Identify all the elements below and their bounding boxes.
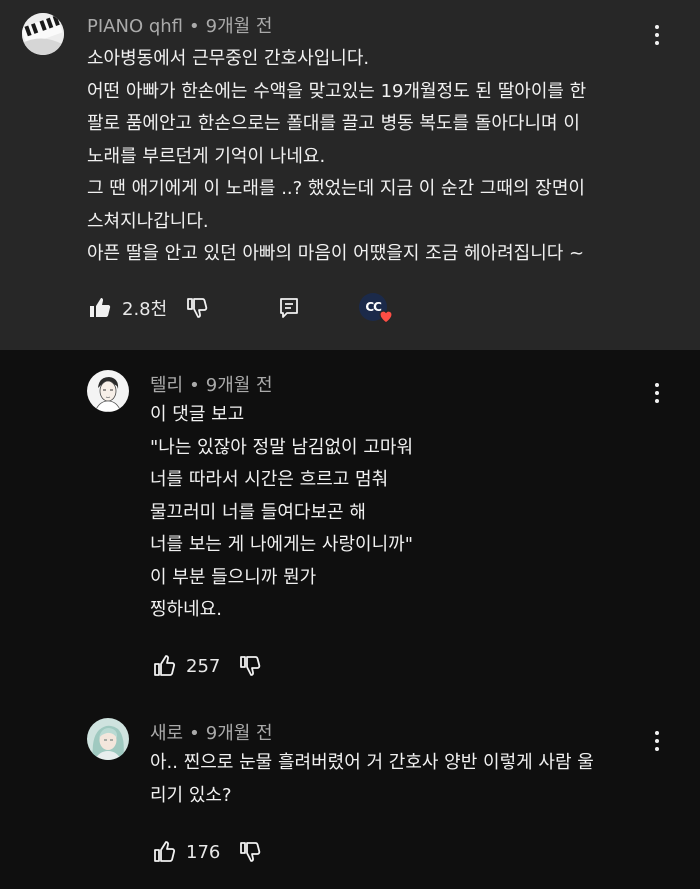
timestamp[interactable]: 9개월 전 (206, 723, 273, 744)
comment-text: 소아병동에서 근무중인 간호사입니다. 어떤 아빠가 한손에는 수액을 맞고있는… (87, 43, 586, 271)
separator-dot: • (189, 16, 200, 37)
like-count: 176 (186, 841, 221, 863)
dislike-icon (240, 656, 261, 676)
dislike-button[interactable] (238, 840, 262, 864)
reply-comment: 새로 • 9개월 전 아.. 찐으로 눈물 흘려버렸어 거 간호사 양반 이렇게 사… (0, 700, 700, 889)
comment-line: 노래를 부르던게 기억이 나네요. (87, 145, 326, 167)
avatar[interactable] (87, 718, 129, 760)
comment-text: 아.. 찐으로 눈물 흘려버렸어 거 간호사 양반 이렇게 사람 울 리기 있소… (150, 747, 594, 812)
comment-actions: 2.8천 CC (88, 290, 397, 326)
comment-actions: 176 (152, 834, 262, 870)
comment-text: 이 댓글 보고 "나는 있잖아 정말 남김없이 고마워 너를 따라서 시간은 흐… (150, 399, 413, 627)
like-count: 257 (186, 655, 221, 677)
timestamp[interactable]: 9개월 전 (206, 16, 273, 37)
avatar[interactable] (87, 370, 129, 412)
reply-icon (280, 298, 299, 318)
like-icon-filled (90, 298, 111, 317)
separator-dot: • (189, 723, 200, 744)
reply-comment: 텔리 • 9개월 전 이 댓글 보고 "나는 있잖아 정말 남김없이 고마워 너를 … (0, 350, 700, 700)
comment-meta: PIANO qhfl • 9개월 전 (87, 12, 273, 38)
person-avatar-image (87, 370, 129, 412)
comment-actions: 257 (152, 648, 262, 684)
comment-line: 이 부분 들으니까 뭔가 (150, 566, 317, 588)
author-name[interactable]: PIANO qhfl (87, 16, 183, 37)
separator-dot: • (189, 375, 200, 396)
comment-line: "나는 있잖아 정말 남김없이 고마워 (150, 436, 414, 458)
dislike-button[interactable] (185, 296, 209, 320)
comment-line: 물끄러미 너를 들여다보곤 해 (150, 501, 366, 523)
more-vert-icon[interactable] (645, 726, 669, 756)
like-icon (154, 841, 176, 862)
avatar[interactable] (22, 13, 64, 55)
dislike-icon (240, 842, 261, 862)
reply-button[interactable] (277, 296, 301, 320)
like-count: 2.8천 (122, 299, 168, 320)
comment-line: 찡하네요. (150, 599, 222, 620)
comment-line: 아.. 찐으로 눈물 흘려버렸어 거 간호사 양반 이렇게 사람 울 (150, 752, 594, 773)
dislike-button[interactable] (238, 654, 262, 678)
piano-keys-avatar-image (22, 13, 64, 55)
comment-line: 스쳐지나갑니다. (87, 210, 209, 232)
comment-line: 아픈 딸을 안고 있던 아빠의 마음이 어땠을지 조금 헤아려집니다 ~ (87, 243, 585, 264)
highlighted-comment-thread: PIANO qhfl • 9개월 전 소아병동에서 근무중인 간호사입니다. 어떤 … (0, 0, 700, 350)
comment-meta: 새로 • 9개월 전 (150, 719, 273, 745)
creator-heart-badge[interactable]: CC (357, 290, 397, 326)
like-icon (154, 655, 176, 676)
like-button[interactable]: 2.8천 (88, 295, 167, 321)
comment-line: 너를 따라서 시간은 흐르고 멈춰 (150, 469, 389, 490)
comment-line: 리기 있소? (150, 784, 232, 806)
author-name[interactable]: 새로 (150, 723, 183, 744)
comment-line: 그 땐 애기에게 이 노래를 ..? 했었는데 지금 이 순간 그때의 장면이 (87, 178, 585, 199)
comment-line: 이 댓글 보고 (150, 404, 245, 425)
like-button[interactable]: 176 (152, 840, 220, 864)
illustrated-avatar-image (87, 718, 129, 760)
comment-line: 너를 보는 게 나에게는 사랑이니까" (150, 534, 414, 555)
comment-meta: 텔리 • 9개월 전 (150, 371, 273, 397)
author-name[interactable]: 텔리 (150, 375, 183, 396)
more-vert-icon[interactable] (645, 20, 669, 50)
dislike-icon (187, 298, 208, 318)
comment-line: 소아병동에서 근무중인 간호사입니다. (87, 48, 370, 69)
timestamp[interactable]: 9개월 전 (206, 375, 273, 396)
more-vert-icon[interactable] (645, 378, 669, 408)
comment-line: 어떤 아빠가 한손에는 수액을 맞고있는 19개월정도 된 딸아이를 한 (87, 80, 587, 102)
heart-icon (379, 310, 393, 324)
like-button[interactable]: 257 (152, 654, 220, 678)
comment-line: 팔로 품에안고 한손으로는 폴대를 끌고 병동 복도를 돌아다니며 이 (87, 113, 580, 134)
